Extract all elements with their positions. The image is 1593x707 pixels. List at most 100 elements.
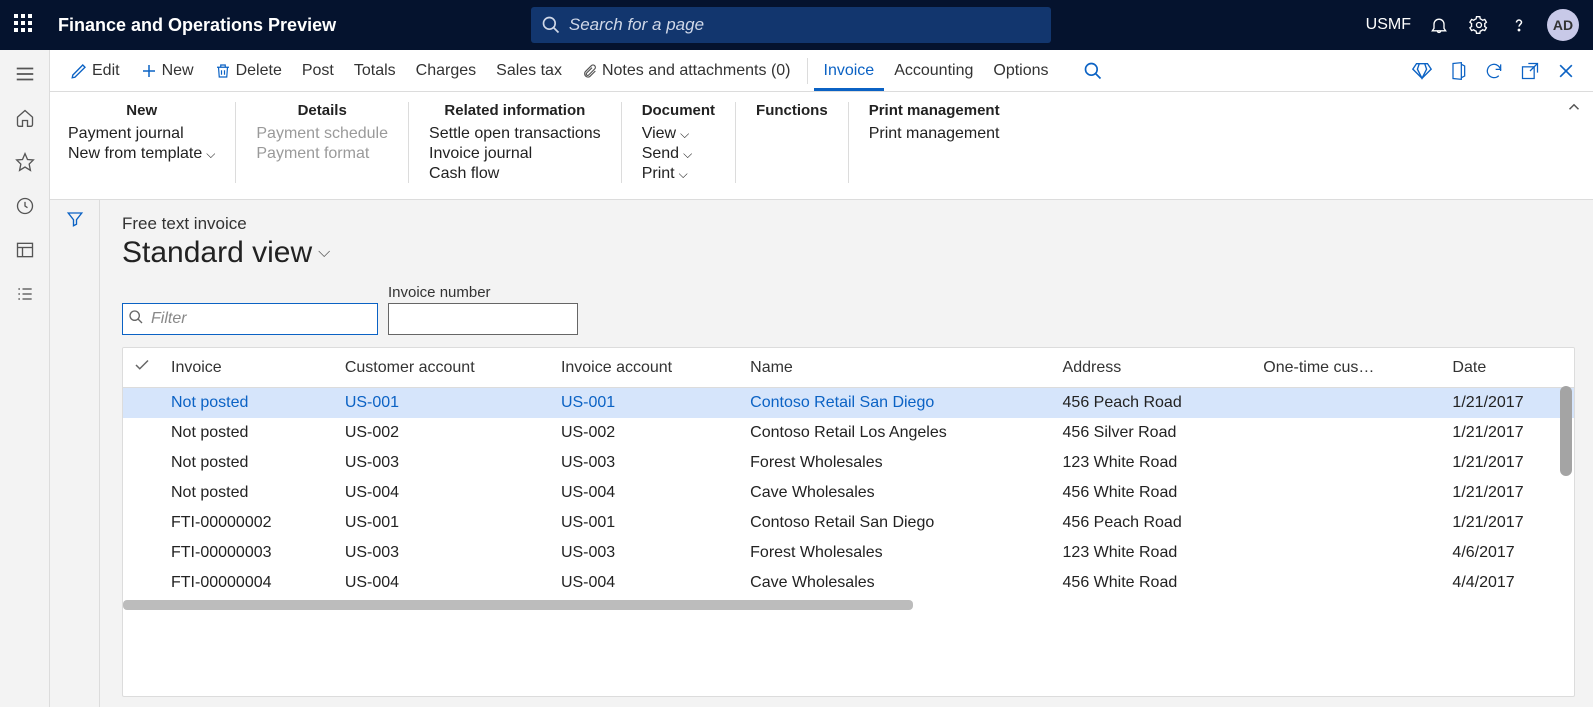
cell-invoice[interactable]: Not posted (161, 478, 335, 508)
popout-icon[interactable] (1519, 60, 1541, 82)
invoice-journal-button[interactable]: Invoice journal (429, 145, 601, 163)
vertical-scrollbar[interactable] (1560, 386, 1572, 476)
star-icon[interactable] (13, 150, 37, 174)
recent-icon[interactable] (13, 194, 37, 218)
row-checkbox[interactable] (123, 448, 161, 478)
col-customer-account[interactable]: Customer account (335, 348, 551, 388)
notes-button[interactable]: Notes and attachments (0) (572, 50, 801, 91)
cell-invoice-account[interactable]: US-003 (551, 448, 740, 478)
table-row[interactable]: Not postedUS-002US-002Contoso Retail Los… (123, 418, 1574, 448)
table-row[interactable]: FTI-00000003US-003US-003Forest Wholesale… (123, 538, 1574, 568)
cell-invoice[interactable]: FTI-00000002 (161, 508, 335, 538)
invoice-number-box: Invoice number (388, 284, 578, 335)
post-button[interactable]: Post (292, 50, 344, 91)
row-checkbox[interactable] (123, 388, 161, 419)
edit-button[interactable]: Edit (60, 50, 130, 91)
select-all-checkbox[interactable] (123, 348, 161, 388)
refresh-icon[interactable] (1483, 60, 1505, 82)
gear-icon[interactable] (1467, 13, 1491, 37)
cash-flow-button[interactable]: Cash flow (429, 165, 601, 183)
cell-customer[interactable]: US-001 (335, 388, 551, 419)
cell-name[interactable]: Forest Wholesales (740, 538, 1052, 568)
table-row[interactable]: Not postedUS-001US-001Contoso Retail San… (123, 388, 1574, 419)
filter-input[interactable] (122, 303, 378, 335)
workspace-icon[interactable] (13, 238, 37, 262)
find-button[interactable] (1073, 50, 1113, 91)
cell-invoice-account[interactable]: US-004 (551, 478, 740, 508)
cell-invoice-account[interactable]: US-001 (551, 388, 740, 419)
cash-flow-label: Cash flow (429, 165, 499, 183)
new-button[interactable]: New (130, 50, 204, 91)
cell-invoice[interactable]: Not posted (161, 418, 335, 448)
send-button[interactable]: Send⌵ (642, 145, 715, 163)
cell-invoice[interactable]: Not posted (161, 388, 335, 419)
table-row[interactable]: FTI-00000002US-001US-001Contoso Retail S… (123, 508, 1574, 538)
view-selector[interactable]: Standard view ⌵ (122, 236, 1575, 270)
cell-name[interactable]: Cave Wholesales (740, 478, 1052, 508)
cell-invoice-account[interactable]: US-004 (551, 568, 740, 598)
table-row[interactable]: Not postedUS-003US-003Forest Wholesales1… (123, 448, 1574, 478)
funnel-icon[interactable] (66, 210, 84, 707)
company-code[interactable]: USMF (1366, 16, 1411, 34)
row-checkbox[interactable] (123, 478, 161, 508)
horizontal-scrollbar[interactable] (123, 600, 913, 610)
settle-button[interactable]: Settle open transactions (429, 125, 601, 143)
cell-one-time (1253, 448, 1442, 478)
row-checkbox[interactable] (123, 538, 161, 568)
cell-customer[interactable]: US-003 (335, 448, 551, 478)
tab-invoice[interactable]: Invoice (814, 50, 885, 91)
cell-customer[interactable]: US-002 (335, 418, 551, 448)
payment-journal-button[interactable]: Payment journal (68, 125, 215, 143)
cell-customer[interactable]: US-001 (335, 508, 551, 538)
new-from-template-button[interactable]: New from template⌵ (68, 145, 215, 163)
cell-customer[interactable]: US-004 (335, 478, 551, 508)
tab-options[interactable]: Options (983, 50, 1058, 91)
col-invoice[interactable]: Invoice (161, 348, 335, 388)
collapse-ribbon-icon[interactable] (1565, 98, 1583, 121)
modules-icon[interactable] (13, 282, 37, 306)
totals-button[interactable]: Totals (344, 50, 406, 91)
cell-invoice[interactable]: Not posted (161, 448, 335, 478)
row-checkbox[interactable] (123, 418, 161, 448)
table-row[interactable]: Not postedUS-004US-004Cave Wholesales456… (123, 478, 1574, 508)
salestax-button[interactable]: Sales tax (486, 50, 572, 91)
help-icon[interactable] (1507, 13, 1531, 37)
cell-invoice-account[interactable]: US-002 (551, 418, 740, 448)
cell-customer[interactable]: US-004 (335, 568, 551, 598)
invoice-number-input[interactable] (388, 303, 578, 335)
hamburger-icon[interactable] (13, 62, 37, 86)
cell-invoice-account[interactable]: US-001 (551, 508, 740, 538)
avatar[interactable]: AD (1547, 9, 1579, 41)
row-checkbox[interactable] (123, 508, 161, 538)
delete-button[interactable]: Delete (204, 50, 292, 91)
table-row[interactable]: FTI-00000004US-004US-004Cave Wholesales4… (123, 568, 1574, 598)
row-checkbox[interactable] (123, 568, 161, 598)
waffle-icon[interactable] (14, 14, 36, 36)
cell-customer[interactable]: US-003 (335, 538, 551, 568)
cell-invoice[interactable]: FTI-00000004 (161, 568, 335, 598)
col-one-time[interactable]: One-time cus… (1253, 348, 1442, 388)
home-icon[interactable] (13, 106, 37, 130)
grid: Invoice Customer account Invoice account… (122, 347, 1575, 697)
diamond-icon[interactable] (1411, 60, 1433, 82)
cell-name[interactable]: Cave Wholesales (740, 568, 1052, 598)
search-input[interactable] (531, 7, 1051, 43)
tab-accounting[interactable]: Accounting (884, 50, 983, 91)
view-button[interactable]: View⌵ (642, 125, 715, 143)
print-management-button[interactable]: Print management (869, 125, 1000, 143)
charges-button[interactable]: Charges (406, 50, 486, 91)
cell-name[interactable]: Contoso Retail San Diego (740, 508, 1052, 538)
cell-invoice-account[interactable]: US-003 (551, 538, 740, 568)
cell-name[interactable]: Contoso Retail Los Angeles (740, 418, 1052, 448)
close-icon[interactable] (1555, 60, 1577, 82)
col-invoice-account[interactable]: Invoice account (551, 348, 740, 388)
cell-name[interactable]: Forest Wholesales (740, 448, 1052, 478)
print-button[interactable]: Print⌵ (642, 165, 715, 183)
col-date[interactable]: Date (1442, 348, 1574, 388)
cell-invoice[interactable]: FTI-00000003 (161, 538, 335, 568)
office-icon[interactable] (1447, 60, 1469, 82)
bell-icon[interactable] (1427, 13, 1451, 37)
cell-name[interactable]: Contoso Retail San Diego (740, 388, 1052, 419)
col-address[interactable]: Address (1053, 348, 1254, 388)
col-name[interactable]: Name (740, 348, 1052, 388)
